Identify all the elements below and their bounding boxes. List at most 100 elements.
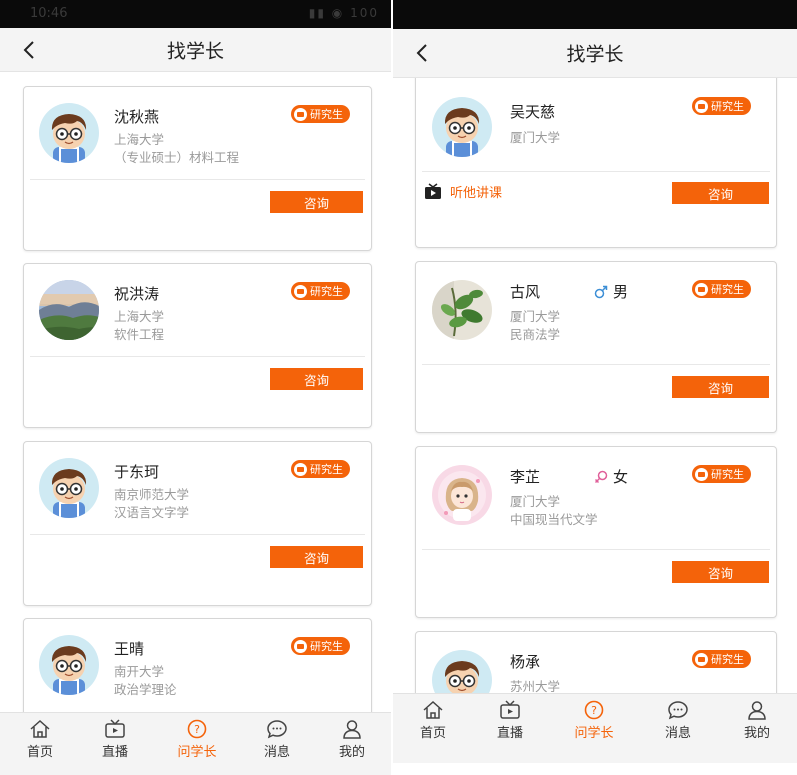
tab-label: 直播 <box>496 726 523 741</box>
major-name: 软件工程 <box>114 327 165 342</box>
senior-name: 古风 <box>510 283 541 301</box>
avatar[interactable] <box>39 280 99 340</box>
consult-button[interactable]: 咨询 <box>270 368 363 390</box>
gender-label: 男 <box>613 283 629 301</box>
svg-text:?: ? <box>194 723 200 736</box>
tab-label: 问学长 <box>177 745 217 760</box>
status-badge: 研究生 <box>692 280 751 298</box>
school-info: 南京师范大学 汉语言文字学 <box>114 486 189 522</box>
school-name: 南京师范大学 <box>114 487 190 502</box>
senior-name: 王晴 <box>114 640 145 658</box>
school-info: 厦门大学 <box>510 129 560 147</box>
badge-label: 研究生 <box>711 468 744 481</box>
senior-card[interactable]: 祝洪涛 研究生 上海大学 软件工程 咨询 <box>23 263 372 428</box>
graduate-cap-icon <box>695 282 708 296</box>
tab-mine[interactable]: 我的 <box>727 694 787 741</box>
tab-bar: 首页 直播 ? 问学长 消息 我的 <box>0 712 391 775</box>
divider <box>422 549 770 550</box>
school-name: 南开大学 <box>114 664 165 679</box>
senior-card[interactable]: 李芷 女 研究生 厦门大学 中国现当代文学 咨询 <box>415 446 777 618</box>
badge-label: 研究生 <box>310 640 343 653</box>
school-name: 厦门大学 <box>510 309 561 324</box>
avatar[interactable] <box>432 280 492 340</box>
consult-button[interactable]: 咨询 <box>672 376 769 398</box>
avatar[interactable] <box>432 465 492 525</box>
home-icon <box>30 719 50 738</box>
listen-lecture-link[interactable]: 听他讲课 <box>424 182 502 201</box>
tab-label: 直播 <box>101 745 128 760</box>
status-badge: 研究生 <box>291 637 350 655</box>
gender-label: 女 <box>613 468 629 486</box>
right-screen: 找学长 吴天慈 研究生 厦门大学 听他讲课 咨询 古风 男 研究生 厦门大学 民… <box>393 0 797 775</box>
graduate-cap-icon <box>294 284 307 298</box>
badge-label: 研究生 <box>310 285 343 298</box>
tab-bar: 首页 直播 ? 问学长 消息 我的 <box>393 693 797 765</box>
tv-icon <box>105 719 125 738</box>
consult-button[interactable]: 咨询 <box>270 191 363 213</box>
avatar[interactable] <box>39 635 99 695</box>
senior-name: 李芷 <box>510 468 541 486</box>
graduate-cap-icon <box>294 639 307 653</box>
avatar[interactable] <box>39 458 99 518</box>
tab-ask-senior[interactable]: ? 问学长 <box>564 694 624 741</box>
user-icon <box>748 701 766 720</box>
senior-name: 吴天慈 <box>510 103 556 121</box>
tab-ask-senior[interactable]: ? 问学长 <box>167 713 227 760</box>
senior-list[interactable]: 吴天慈 研究生 厦门大学 听他讲课 咨询 古风 男 研究生 厦门大学 民商法学 <box>393 78 797 703</box>
left-screen: 10:46 ▮▮ ◉ 100 找学长 沈秋燕 研究生 上海大学 （专业硕士）材料… <box>0 0 391 775</box>
major-name: 中国现当代文学 <box>510 512 598 527</box>
school-info: 上海大学 （专业硕士）材料工程 <box>114 131 239 167</box>
message-icon <box>668 701 688 720</box>
divider <box>30 179 365 180</box>
tab-messages[interactable]: 消息 <box>648 694 708 741</box>
nav-bar: 找学长 <box>393 29 797 78</box>
senior-card[interactable]: 吴天慈 研究生 厦门大学 听他讲课 咨询 <box>415 78 777 248</box>
major-name: 政治学理论 <box>114 682 177 697</box>
home-icon <box>423 700 443 719</box>
graduate-cap-icon <box>695 467 708 481</box>
status-badge: 研究生 <box>692 650 751 668</box>
school-info: 厦门大学 中国现当代文学 <box>510 493 598 529</box>
major-name: 民商法学 <box>510 327 561 342</box>
tab-mine[interactable]: 我的 <box>322 713 382 760</box>
school-info: 上海大学 软件工程 <box>114 308 164 344</box>
school-name: 上海大学 <box>114 132 165 147</box>
badge-label: 研究生 <box>711 100 744 113</box>
senior-card[interactable]: 古风 男 研究生 厦门大学 民商法学 咨询 <box>415 261 777 433</box>
gender-male: 男 <box>594 281 628 302</box>
school-info: 南开大学 政治学理论 <box>114 663 177 699</box>
consult-button[interactable]: 咨询 <box>672 182 769 204</box>
question-icon: ? <box>584 700 604 720</box>
consult-button[interactable]: 咨询 <box>270 546 363 568</box>
school-name: 厦门大学 <box>510 494 561 509</box>
avatar[interactable] <box>432 97 492 157</box>
senior-card[interactable]: 王晴 研究生 南开大学 政治学理论 <box>23 618 372 712</box>
graduate-cap-icon <box>695 99 708 113</box>
senior-card[interactable]: 沈秋燕 研究生 上海大学 （专业硕士）材料工程 咨询 <box>23 86 372 251</box>
senior-list[interactable]: 沈秋燕 研究生 上海大学 （专业硕士）材料工程 咨询 祝洪涛 研究生 上海大学 … <box>0 72 391 712</box>
tab-messages[interactable]: 消息 <box>247 713 307 760</box>
male-icon <box>594 285 608 298</box>
system-nav-bar <box>393 763 797 775</box>
status-bar <box>393 0 797 29</box>
avatar[interactable] <box>39 103 99 163</box>
consult-button[interactable]: 咨询 <box>672 561 769 583</box>
status-badge: 研究生 <box>692 97 751 115</box>
school-name: 厦门大学 <box>510 130 561 145</box>
badge-label: 研究生 <box>711 283 744 296</box>
tab-live[interactable]: 直播 <box>85 713 145 760</box>
tab-live[interactable]: 直播 <box>480 694 540 741</box>
tv-icon <box>425 183 441 199</box>
senior-card[interactable]: 于东珂 研究生 南京师范大学 汉语言文字学 咨询 <box>23 441 372 606</box>
graduate-cap-icon <box>294 462 307 476</box>
tab-home[interactable]: 首页 <box>10 713 70 760</box>
status-bar: 10:46 ▮▮ ◉ 100 <box>0 0 391 28</box>
graduate-cap-icon <box>294 107 307 121</box>
major-name: 汉语言文字学 <box>114 505 190 520</box>
cartoon-boy-avatar-icon <box>39 103 99 163</box>
tab-home[interactable]: 首页 <box>403 694 463 741</box>
major-name: （专业硕士）材料工程 <box>114 150 240 165</box>
tab-label: 消息 <box>263 745 290 760</box>
svg-text:?: ? <box>591 704 597 717</box>
tab-label: 问学长 <box>574 726 614 741</box>
